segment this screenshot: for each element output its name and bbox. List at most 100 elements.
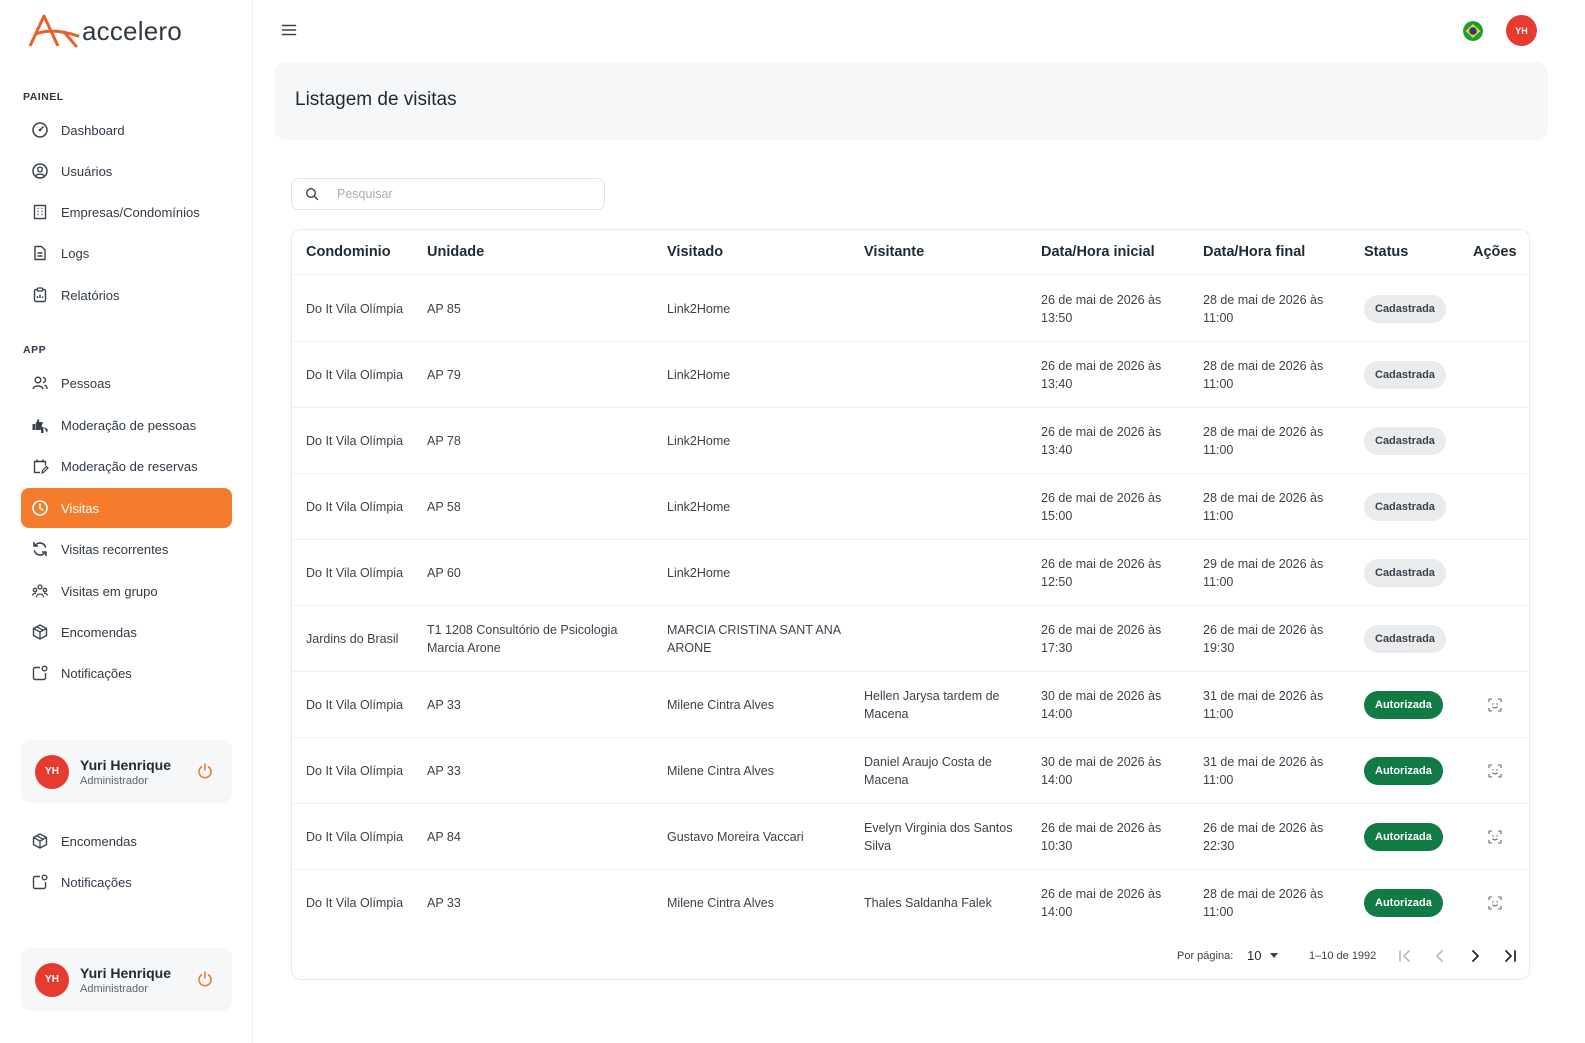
cell-unidade: AP 33 xyxy=(427,697,461,712)
table-row[interactable]: Do It Vila Olímpia AP 60 Link2Home 26 de ma… xyxy=(292,540,1529,606)
cell-data-final: 28 de mai de 2026 às 11:00 xyxy=(1203,424,1324,457)
last-page-icon[interactable] xyxy=(1501,947,1519,965)
brazil-flag-icon[interactable] xyxy=(1463,21,1483,41)
cell-condominio: Do It Vila Olímpia xyxy=(306,565,404,580)
sidebar-item-label: Relatórios xyxy=(61,287,120,303)
package-icon xyxy=(31,623,49,641)
table-row[interactable]: Do It Vila Olímpia AP 84 Gustavo Moreira V… xyxy=(292,804,1529,870)
cell-data-final: 28 de mai de 2026 às 11:00 xyxy=(1203,490,1324,523)
table-row[interactable]: Do It Vila Olímpia AP 78 Link2Home 26 de ma… xyxy=(292,408,1529,474)
column-header-fim[interactable]: Data/Hora final xyxy=(1203,244,1305,260)
cell-unidade: AP 78 xyxy=(427,433,461,448)
per-page-select[interactable]: 10 xyxy=(1247,948,1279,963)
status-badge: Cadastrada xyxy=(1364,360,1446,389)
page-header: Listagem de visitas xyxy=(274,62,1548,140)
search-icon xyxy=(305,187,319,201)
refresh-icon xyxy=(31,540,49,558)
cell-visitado: Link2Home xyxy=(667,301,731,316)
sidebar-item-pessoas[interactable]: Pessoas xyxy=(21,363,232,403)
page-title: Listagem de visitas xyxy=(295,89,457,110)
user-card[interactable]: YH Yuri Henrique Administrador xyxy=(21,740,232,803)
brand-logo[interactable]: accelero xyxy=(28,12,182,50)
cell-data-final: 28 de mai de 2026 às 11:00 xyxy=(1203,887,1324,919)
visits-table: Condominio Unidade Visitado Visitante Da… xyxy=(291,229,1530,980)
cell-visitado: Milene Cintra Alves xyxy=(667,763,774,778)
user-card-2[interactable]: YH Yuri Henrique Administrador xyxy=(21,948,232,1011)
sidebar-item-visitas-grupo[interactable]: Visitas em grupo xyxy=(21,571,232,611)
table-row[interactable]: Do It Vila Olímpia AP 58 Link2Home 26 de ma… xyxy=(292,474,1529,540)
first-page-icon[interactable] xyxy=(1396,947,1414,965)
search-box[interactable] xyxy=(291,178,605,210)
prev-page-icon[interactable] xyxy=(1431,947,1449,965)
sidebar-item-encomendas[interactable]: Encomendas xyxy=(21,612,232,652)
sidebar-item-visitas[interactable]: Visitas xyxy=(21,488,232,528)
sidebar-item-label: Moderação de pessoas xyxy=(61,417,197,433)
status-badge: Cadastrada xyxy=(1364,426,1446,455)
table-row[interactable]: Do It Vila Olímpia AP 85 Link2Home 26 de ma… xyxy=(292,276,1529,342)
sidebar-item-label: Visitas em grupo xyxy=(61,583,158,599)
sidebar-item-visitas-recorrentes[interactable]: Visitas recorrentes xyxy=(21,529,232,569)
status-badge: Autorizada xyxy=(1364,822,1443,851)
cell-data-inicial: 26 de mai de 2026 às 13:40 xyxy=(1041,358,1162,391)
column-header-inicio[interactable]: Data/Hora inicial xyxy=(1041,244,1155,260)
cell-data-final: 31 de mai de 2026 às 11:00 xyxy=(1203,688,1324,721)
column-header-visitado[interactable]: Visitado xyxy=(667,244,723,260)
header-avatar[interactable]: YH xyxy=(1506,15,1537,46)
sidebar-item-logs[interactable]: Logs xyxy=(21,233,232,273)
sidebar-item-notificacoes[interactable]: Notificações xyxy=(21,653,232,693)
next-page-icon[interactable] xyxy=(1466,947,1484,965)
sidebar-item-moderacao-reservas[interactable]: Moderação de reservas xyxy=(21,446,232,486)
cell-data-final: 31 de mai de 2026 às 11:00 xyxy=(1203,754,1324,787)
table-row[interactable]: Jardins do Brasil T1 1208 Consultório de … xyxy=(292,606,1529,672)
face-scan-icon[interactable] xyxy=(1488,829,1502,844)
user-info: Yuri Henrique Administrador xyxy=(80,965,171,995)
cell-visitado: Milene Cintra Alves xyxy=(667,697,774,712)
sidebar-item-notificacoes-2[interactable]: Notificações xyxy=(21,862,232,902)
per-page-label: Por página: xyxy=(1177,950,1234,962)
clock-icon xyxy=(31,499,49,517)
cell-data-inicial: 26 de mai de 2026 às 12:50 xyxy=(1041,556,1162,589)
column-header-visitante[interactable]: Visitante xyxy=(864,244,924,260)
cell-visitado: Link2Home xyxy=(667,565,731,580)
hamburger-menu-icon[interactable] xyxy=(280,21,298,39)
cell-data-inicial: 26 de mai de 2026 às 14:00 xyxy=(1041,887,1162,919)
cell-visitante: Daniel Araujo Costa de Macena xyxy=(864,754,992,787)
face-scan-icon[interactable] xyxy=(1488,763,1502,778)
cell-condominio: Jardins do Brasil xyxy=(306,631,399,646)
table-row[interactable]: Do It Vila Olímpia AP 33 Milene Cintra Alv… xyxy=(292,738,1529,804)
cell-unidade: AP 58 xyxy=(427,499,461,514)
section-label-app: APP xyxy=(23,344,47,356)
cell-data-inicial: 26 de mai de 2026 às 17:30 xyxy=(1041,622,1162,655)
sidebar-item-label: Moderação de reservas xyxy=(61,458,198,474)
search-input[interactable] xyxy=(337,187,577,201)
table-row[interactable]: Do It Vila Olímpia AP 33 Milene Cintra Alv… xyxy=(292,870,1529,936)
status-badge: Cadastrada xyxy=(1364,624,1446,653)
power-icon[interactable] xyxy=(196,970,214,988)
cell-condominio: Do It Vila Olímpia xyxy=(306,697,404,712)
column-header-condominio[interactable]: Condominio xyxy=(306,244,391,260)
sidebar-item-dashboard[interactable]: Dashboard xyxy=(21,110,232,150)
sidebar-item-moderacao-pessoas[interactable]: Moderação de pessoas xyxy=(21,405,232,445)
column-header-acoes: Ações xyxy=(1473,244,1517,260)
cell-data-inicial: 26 de mai de 2026 às 13:50 xyxy=(1041,292,1162,325)
column-header-status[interactable]: Status xyxy=(1364,244,1408,260)
cell-visitante: Thales Saldanha Falek xyxy=(864,896,992,910)
column-header-unidade[interactable]: Unidade xyxy=(427,244,484,260)
section-label-painel: PAINEL xyxy=(23,91,64,103)
accelero-logo-icon xyxy=(28,14,80,48)
table-row[interactable]: Do It Vila Olímpia AP 33 Milene Cintra Alv… xyxy=(292,672,1529,738)
cell-unidade: AP 79 xyxy=(427,367,461,382)
sidebar-item-encomendas-2[interactable]: Encomendas xyxy=(21,821,232,861)
cell-condominio: Do It Vila Olímpia xyxy=(306,499,404,514)
sidebar-item-empresas[interactable]: Empresas/Condomínios xyxy=(21,192,232,232)
table-row[interactable]: Do It Vila Olímpia AP 79 Link2Home 26 de ma… xyxy=(292,342,1529,408)
sidebar-item-relatorios[interactable]: Relatórios xyxy=(21,275,232,315)
sidebar-item-usuarios[interactable]: Usuários xyxy=(21,151,232,191)
power-icon[interactable] xyxy=(196,762,214,780)
cell-visitado: MARCIA CRISTINA SANT ANA ARONE xyxy=(667,622,841,655)
cell-condominio: Do It Vila Olímpia xyxy=(306,367,404,382)
face-scan-icon[interactable] xyxy=(1488,896,1502,910)
sidebar-item-label: Logs xyxy=(61,245,90,261)
cell-visitado: Milene Cintra Alves xyxy=(667,896,774,910)
face-scan-icon[interactable] xyxy=(1488,697,1502,712)
